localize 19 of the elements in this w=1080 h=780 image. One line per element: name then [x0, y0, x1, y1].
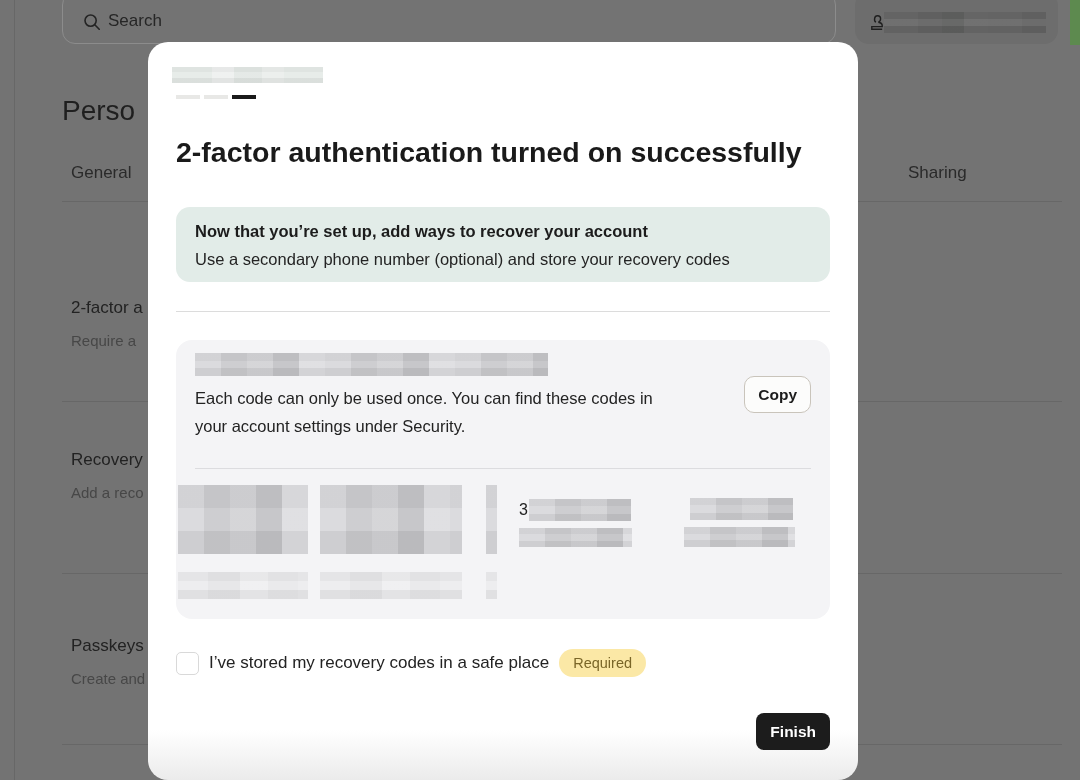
account-button[interactable]	[855, 0, 1058, 44]
setting-title: 2-factor a	[71, 297, 143, 319]
person-icon	[871, 14, 883, 30]
setting-title: Passkeys	[71, 635, 144, 657]
codes-info-text: Each code can only be used once. You can find these codes in your account settings under Security.	[195, 388, 654, 437]
page-heading: Perso	[62, 94, 136, 128]
code-fragment: 3	[519, 500, 528, 520]
copy-button[interactable]: Copy	[744, 376, 811, 413]
checkbox-label: I’ve stored my recovery codes in a safe place	[209, 652, 550, 674]
finish-button[interactable]: Finish	[756, 713, 830, 750]
required-badge: Required	[559, 649, 646, 677]
redacted-block	[486, 485, 497, 554]
notice-text: Use a secondary phone number (optional) and store your recovery codes	[195, 249, 730, 270]
setting-title: Recovery	[71, 449, 143, 471]
notice-heading: Now that you’re set up, add ways to recover your account	[195, 221, 648, 242]
panel-edge	[1070, 0, 1080, 45]
search-icon	[84, 14, 100, 30]
checkbox[interactable]	[176, 651, 199, 675]
dialog-title: 2-factor authentication turned on successfully	[176, 135, 802, 170]
